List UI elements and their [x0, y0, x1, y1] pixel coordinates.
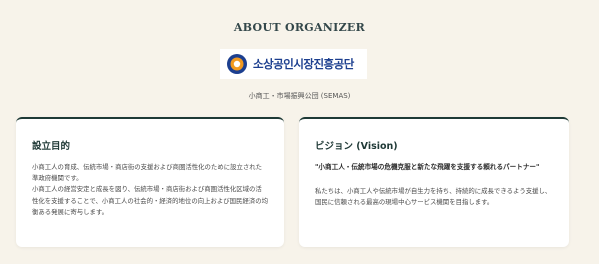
logo-text: 소상공인시장진흥공단 — [253, 57, 354, 71]
purpose-card-title: 設立目的 — [32, 141, 71, 152]
organizer-subtitle: 小商工・市場振興公団 (SEMAS) — [248, 92, 351, 100]
vision-paragraph: 私たちは、小商工人や伝統市場が自生力を持ち、持続的に成長できるよう支援し、国民に… — [315, 187, 552, 207]
vision-card: ビジョン (Vision) "小商工人・伝統市場の危機克服と新たな飛躍を支援する… — [299, 117, 569, 247]
about-organizer-section: ABOUT ORGANIZER 소상공인시장진흥공단 小商工・市場振興公団 (S… — [0, 0, 599, 264]
purpose-card-body: 小商工人の育成、伝統市場・商店街の支援および商圏活性化のために設立された準政府機… — [32, 162, 268, 218]
semas-logo-icon — [227, 54, 247, 74]
purpose-paragraph: 小商工人の経営安定と成長を図り、伝統市場・商店街および商圏活性化区域の活性化を支… — [32, 185, 269, 216]
purpose-paragraph: 小商工人の育成、伝統市場・商店街の支援および商圏活性化のために設立された準政府機… — [32, 163, 263, 183]
section-heading: ABOUT ORGANIZER — [233, 21, 366, 34]
vision-card-title: ビジョン (Vision) — [315, 141, 398, 152]
organizer-logo: 소상공인시장진흥공단 — [220, 49, 367, 79]
vision-card-body: 私たちは、小商工人や伝統市場が自生力を持ち、持続的に成長できるよう支援し、国民に… — [315, 186, 553, 208]
purpose-card: 設立目的 小商工人の育成、伝統市場・商店街の支援および商圏活性化のために設立され… — [16, 117, 284, 247]
vision-quote: "小商工人・伝統市場の危機克服と新たな飛躍を支援する頼れるパートナー" — [315, 163, 540, 171]
